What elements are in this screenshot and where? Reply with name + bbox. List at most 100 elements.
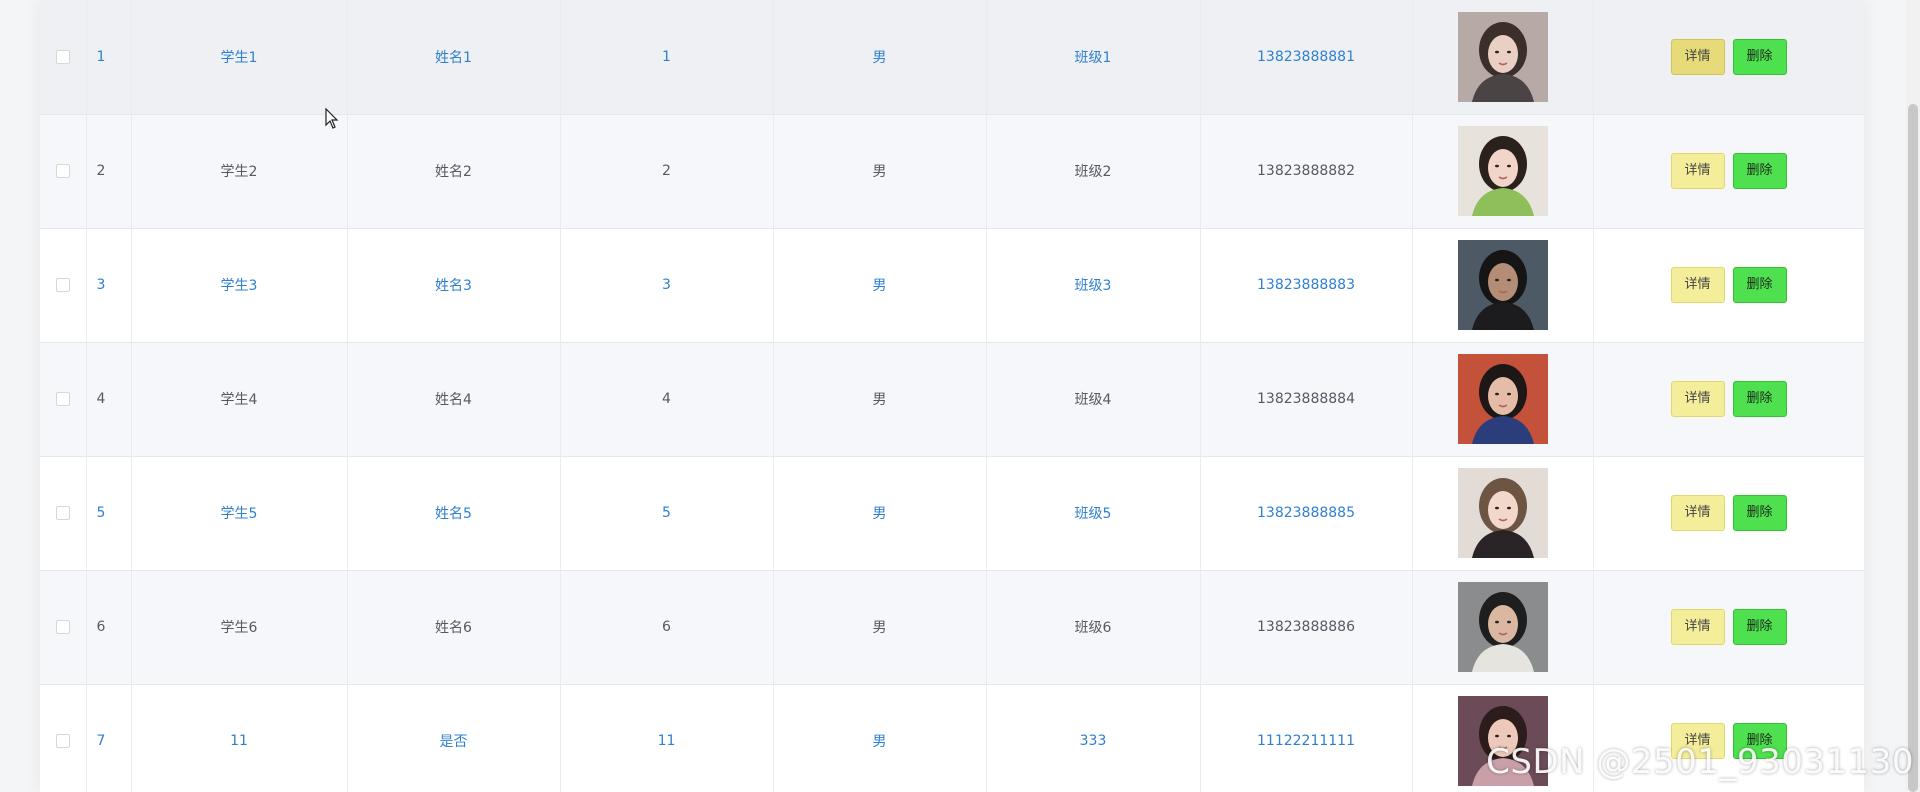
cell-photo	[1412, 456, 1594, 571]
row-checkbox[interactable]	[55, 392, 70, 406]
student-table: 1 学生1 姓名1 1 男班级1 13823888881 详情 删除 2 学生2 姓名2 2 男班级2 1…	[40, 0, 1864, 792]
row-checkbox[interactable]	[55, 278, 70, 292]
cell-age: 2	[560, 114, 774, 229]
row-index: 3	[86, 228, 132, 343]
student-photo	[1457, 240, 1548, 330]
delete-button[interactable]: 删除	[1732, 495, 1787, 531]
cell-gender: 男	[773, 570, 987, 685]
cell-student-id: 学生4	[131, 342, 348, 457]
cell-photo	[1412, 0, 1594, 115]
row-select-cell	[40, 114, 87, 229]
row-checkbox[interactable]	[55, 734, 70, 748]
detail-button[interactable]: 详情	[1670, 381, 1725, 417]
student-photo	[1457, 11, 1548, 102]
cell-student-id: 学生1	[131, 0, 348, 115]
table-row[interactable]: 1 学生1 姓名1 1 男班级1 13823888881 详情 删除	[40, 0, 1864, 115]
table-row[interactable]: 5 学生5 姓名5 5 男班级5 13823888885 详情 删除	[40, 456, 1864, 571]
vertical-scrollbar[interactable]	[1906, 0, 1920, 792]
row-index: 1	[86, 0, 132, 115]
row-select-cell	[40, 684, 87, 792]
cell-gender: 男	[773, 342, 987, 457]
cell-age: 4	[560, 342, 774, 457]
cell-phone: 13823888881	[1200, 0, 1413, 115]
detail-button[interactable]: 详情	[1670, 267, 1725, 303]
delete-button[interactable]: 删除	[1732, 381, 1787, 417]
delete-button[interactable]: 删除	[1732, 609, 1787, 645]
cell-photo	[1412, 570, 1594, 685]
cell-age: 3	[560, 228, 774, 343]
row-index: 6	[86, 570, 132, 685]
scrollbar-thumb[interactable]	[1908, 104, 1918, 792]
cell-student-name: 姓名5	[347, 456, 561, 571]
cell-student-name: 姓名3	[347, 228, 561, 343]
row-checkbox[interactable]	[55, 620, 70, 634]
row-checkbox[interactable]	[55, 506, 70, 520]
cell-class: 333	[986, 684, 1201, 792]
cell-gender: 男	[773, 684, 987, 792]
table-row[interactable]: 6 学生6 姓名6 6 男班级6 13823888886 详情 删除	[40, 570, 1864, 685]
student-photo	[1457, 582, 1548, 672]
student-photo	[1457, 354, 1548, 444]
cell-photo	[1412, 228, 1594, 343]
cell-student-name: 是否	[347, 684, 561, 792]
cell-class: 班级6	[986, 570, 1201, 685]
cell-gender: 男	[773, 0, 987, 115]
detail-button[interactable]: 详情	[1670, 609, 1725, 645]
table-row[interactable]: 7 11 是否 11 男 333 11122211111 详情 删除	[40, 684, 1864, 792]
row-checkbox[interactable]	[55, 164, 70, 178]
cell-class: 班级2	[986, 114, 1201, 229]
row-select-cell	[40, 342, 87, 457]
cell-gender: 男	[773, 228, 987, 343]
cell-student-id: 学生3	[131, 228, 348, 343]
detail-button[interactable]: 详情	[1670, 495, 1725, 531]
table-row[interactable]: 3 学生3 姓名3 3 男班级3 13823888883 详情 删除	[40, 228, 1864, 343]
student-photo	[1457, 468, 1548, 558]
cell-photo	[1412, 114, 1594, 229]
student-photo	[1457, 696, 1548, 786]
cell-age: 5	[560, 456, 774, 571]
cell-actions: 详情 删除	[1593, 570, 1864, 685]
row-select-cell	[40, 0, 87, 115]
cell-class: 班级1	[986, 0, 1201, 115]
row-index: 5	[86, 456, 132, 571]
detail-button[interactable]: 详情	[1670, 153, 1725, 189]
delete-button[interactable]: 删除	[1732, 267, 1787, 303]
table-body: 1 学生1 姓名1 1 男班级1 13823888881 详情 删除 2 学生2 姓名2 2 男班级2 1…	[40, 0, 1864, 792]
cell-actions: 详情 删除	[1593, 684, 1864, 792]
cell-student-name: 姓名6	[347, 570, 561, 685]
cell-phone: 13823888885	[1200, 456, 1413, 571]
delete-button[interactable]: 删除	[1732, 153, 1787, 189]
cell-gender: 男	[773, 456, 987, 571]
table-row[interactable]: 2 学生2 姓名2 2 男班级2 13823888882 详情 删除	[40, 114, 1864, 229]
row-index: 7	[86, 684, 132, 792]
detail-button[interactable]: 详情	[1670, 38, 1725, 75]
cell-student-id: 学生5	[131, 456, 348, 571]
detail-button[interactable]: 详情	[1670, 723, 1725, 759]
cell-actions: 详情 删除	[1593, 342, 1864, 457]
cell-actions: 详情 删除	[1593, 0, 1864, 115]
cell-student-name: 姓名2	[347, 114, 561, 229]
cell-phone: 13823888886	[1200, 570, 1413, 685]
student-table-panel: 1 学生1 姓名1 1 男班级1 13823888881 详情 删除 2 学生2 姓名2 2 男班级2 1…	[40, 0, 1864, 792]
cell-phone: 11122211111	[1200, 684, 1413, 792]
cell-student-name: 姓名1	[347, 0, 561, 115]
cell-student-id: 学生6	[131, 570, 348, 685]
row-checkbox[interactable]	[55, 49, 70, 64]
cell-actions: 详情 删除	[1593, 114, 1864, 229]
row-select-cell	[40, 456, 87, 571]
cell-photo	[1412, 342, 1594, 457]
cell-age: 1	[560, 0, 774, 115]
cell-student-name: 姓名4	[347, 342, 561, 457]
student-photo	[1457, 126, 1548, 216]
cell-age: 11	[560, 684, 774, 792]
delete-button[interactable]: 删除	[1732, 38, 1787, 75]
delete-button[interactable]: 删除	[1732, 723, 1787, 759]
row-select-cell	[40, 570, 87, 685]
table-row[interactable]: 4 学生4 姓名4 4 男班级4 13823888884 详情 删除	[40, 342, 1864, 457]
row-index: 2	[86, 114, 132, 229]
cell-actions: 详情 删除	[1593, 228, 1864, 343]
cell-class: 班级3	[986, 228, 1201, 343]
cell-class: 班级5	[986, 456, 1201, 571]
cell-class: 班级4	[986, 342, 1201, 457]
cell-student-id: 学生2	[131, 114, 348, 229]
